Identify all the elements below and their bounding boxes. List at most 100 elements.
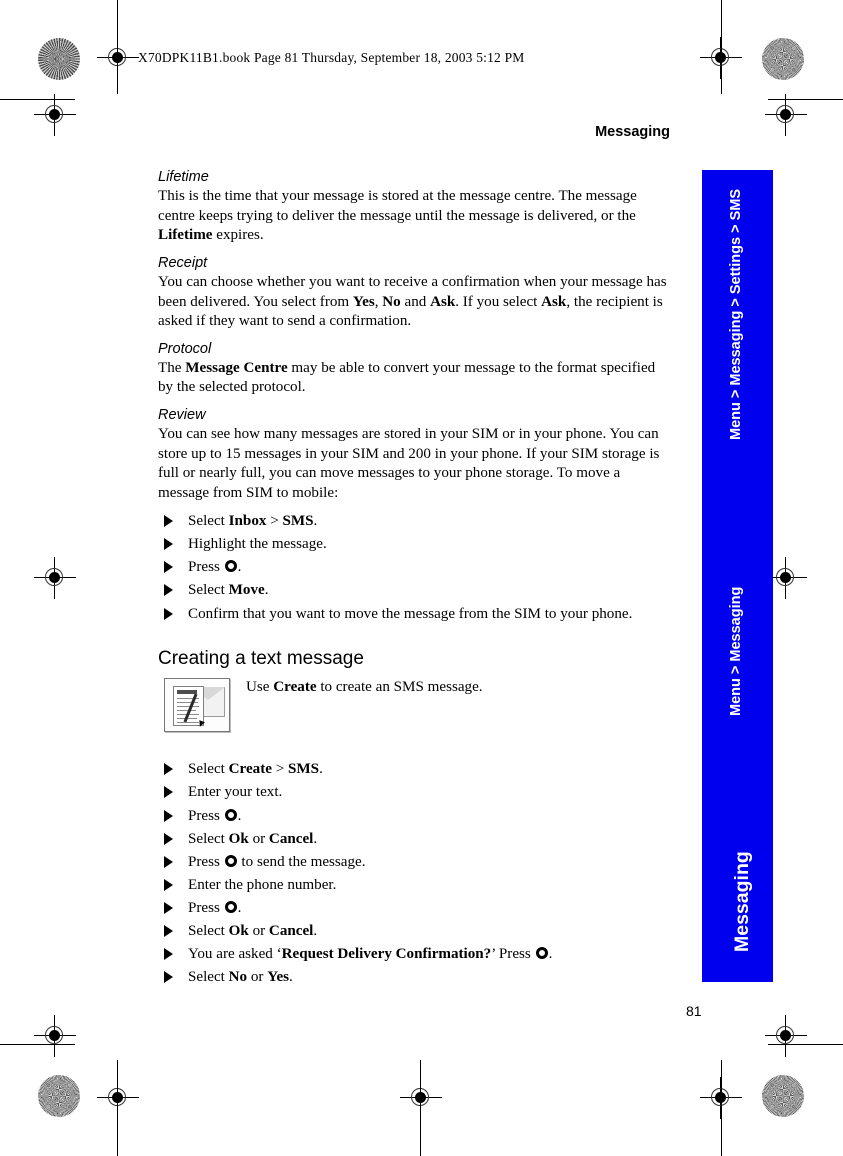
registration-mark-icon bbox=[97, 37, 139, 79]
step-text-mid: > bbox=[271, 761, 289, 778]
list-item: Select Ok or Cancel. bbox=[158, 920, 673, 943]
trim-rule-left-vertical bbox=[117, 0, 118, 94]
step-text-pre: Select bbox=[188, 513, 229, 530]
receipt-option-ask-2: Ask bbox=[541, 293, 567, 310]
step-text-post: to send the message. bbox=[237, 853, 366, 870]
step-bold-1: Create bbox=[228, 761, 272, 778]
bullet-arrow-icon bbox=[164, 786, 173, 799]
caption-text-b: to create an SMS message. bbox=[316, 679, 483, 696]
step-text-pre: Select bbox=[188, 761, 229, 778]
bullet-arrow-icon bbox=[164, 971, 173, 984]
step-text-mid: > bbox=[266, 513, 283, 530]
step-bold-1: No bbox=[228, 969, 248, 986]
step-text-post: . bbox=[237, 559, 242, 576]
list-item: Highlight the message. bbox=[158, 533, 673, 556]
bullet-arrow-icon bbox=[164, 832, 173, 845]
bullet-arrow-icon bbox=[164, 538, 173, 551]
step-bold-1: Ok bbox=[228, 830, 249, 847]
trim-rule-top-left bbox=[0, 99, 75, 100]
heading-creating-text-message: Creating a text message bbox=[158, 647, 364, 669]
bullet-arrow-icon bbox=[164, 809, 173, 822]
registration-mark-icon bbox=[765, 557, 807, 599]
list-item: Press . bbox=[158, 897, 673, 920]
select-key-icon bbox=[224, 560, 237, 573]
heading-review: Review bbox=[158, 406, 206, 423]
list-item: Press . bbox=[158, 556, 673, 579]
step-bold-1: Move bbox=[228, 582, 265, 599]
registration-mark-icon bbox=[765, 1015, 807, 1057]
step-text-pre: Highlight the message. bbox=[188, 536, 327, 553]
registration-mark-icon bbox=[400, 1077, 442, 1119]
step-bold-2: Cancel bbox=[268, 922, 314, 939]
paragraph-protocol: The Message Centre may be able to conver… bbox=[158, 359, 673, 398]
list-item: Confirm that you want to move the messag… bbox=[158, 603, 673, 626]
step-text-post: . bbox=[237, 807, 242, 824]
trim-rule-right-vertical-bottom bbox=[721, 1060, 722, 1156]
receipt-text-b: . If you select bbox=[455, 293, 542, 310]
tab-label-menu-messaging-settings-sms: Menu > Messaging > Settings > SMS bbox=[728, 189, 744, 440]
page-content: Lifetime This is the time that your mess… bbox=[158, 160, 673, 989]
star-rosette-icon bbox=[38, 38, 80, 80]
step-text-pre: You are asked ‘ bbox=[188, 946, 282, 962]
step-text-post: . bbox=[289, 969, 293, 986]
select-key-icon bbox=[224, 808, 237, 821]
step-text-pre: Press bbox=[188, 807, 224, 824]
bullet-arrow-icon bbox=[164, 515, 173, 528]
paragraph-review: You can see how many messages are stored… bbox=[158, 426, 660, 501]
step-text-pre: Press bbox=[188, 559, 224, 576]
select-key-icon bbox=[224, 900, 237, 913]
step-text-post: . bbox=[548, 946, 553, 962]
heading-lifetime: Lifetime bbox=[158, 169, 209, 185]
registration-mark-icon bbox=[765, 94, 807, 136]
step-text-post: . bbox=[264, 582, 269, 599]
step-text-pre: Select bbox=[188, 922, 229, 939]
list-item: Select No or Yes. bbox=[158, 966, 673, 989]
step-text-pre: Select bbox=[188, 969, 229, 986]
step-text-post: . bbox=[319, 761, 323, 778]
registration-mark-icon bbox=[97, 1077, 139, 1119]
receipt-option-yes: Yes bbox=[352, 293, 375, 310]
step-text-mid: ’ Press bbox=[491, 946, 535, 962]
page-number: 81 bbox=[686, 1003, 702, 1019]
list-item: Enter the phone number. bbox=[158, 874, 673, 897]
step-text-post: . bbox=[237, 899, 242, 916]
bullet-arrow-icon bbox=[164, 948, 173, 960]
step-text-mid: or bbox=[248, 830, 269, 847]
chapter-side-tab: Menu > Messaging > Settings > SMS Menu >… bbox=[702, 170, 773, 982]
step-bold-2: SMS bbox=[288, 761, 320, 778]
step-text-pre: Select bbox=[188, 830, 229, 847]
create-message-steps: Select Create > SMS. Enter your text. Pr… bbox=[158, 758, 673, 989]
list-item: Select Create > SMS. bbox=[158, 758, 673, 781]
registration-mark-icon bbox=[34, 1015, 76, 1057]
step-text-post: . bbox=[313, 922, 318, 939]
select-key-icon bbox=[535, 947, 548, 959]
star-rosette-icon bbox=[762, 1075, 804, 1117]
book-header-line: X70DPK11B1.book Page 81 Thursday, Septem… bbox=[138, 50, 525, 65]
lifetime-text-a: This is the time that your message is st… bbox=[158, 188, 637, 224]
step-bold-2: Yes bbox=[267, 969, 290, 986]
bullet-arrow-icon bbox=[164, 584, 173, 597]
step-bold-2: SMS bbox=[282, 513, 314, 530]
heading-protocol: Protocol bbox=[158, 340, 212, 357]
list-item: Press . bbox=[158, 805, 673, 828]
registration-mark-icon bbox=[34, 557, 76, 599]
figure-create-message: Use Create to create an SMS message. bbox=[158, 678, 673, 740]
step-text-mid: or bbox=[248, 922, 269, 939]
figure-caption: Use Create to create an SMS message. bbox=[246, 678, 483, 698]
step-bold-2: Cancel bbox=[268, 830, 314, 847]
step-text-pre: Press bbox=[188, 853, 224, 870]
step-bold-1: Ok bbox=[228, 922, 249, 939]
heading-receipt: Receipt bbox=[158, 254, 208, 271]
step-text-mid: or bbox=[247, 969, 268, 986]
bullet-arrow-icon bbox=[164, 561, 173, 574]
pen-tip-icon bbox=[197, 720, 205, 729]
step-bold-1: Request Delivery Confirmation? bbox=[281, 946, 492, 962]
bullet-arrow-icon bbox=[164, 924, 173, 937]
star-rosette-icon bbox=[38, 1075, 80, 1117]
paragraph-lifetime: This is the time that your message is st… bbox=[158, 187, 673, 245]
list-item: Select Move. bbox=[158, 579, 673, 602]
star-rosette-icon bbox=[762, 38, 804, 80]
receipt-option-no: No bbox=[382, 293, 401, 310]
step-bold-1: Inbox bbox=[228, 513, 267, 530]
protocol-bold-term: Message Centre bbox=[185, 359, 288, 376]
